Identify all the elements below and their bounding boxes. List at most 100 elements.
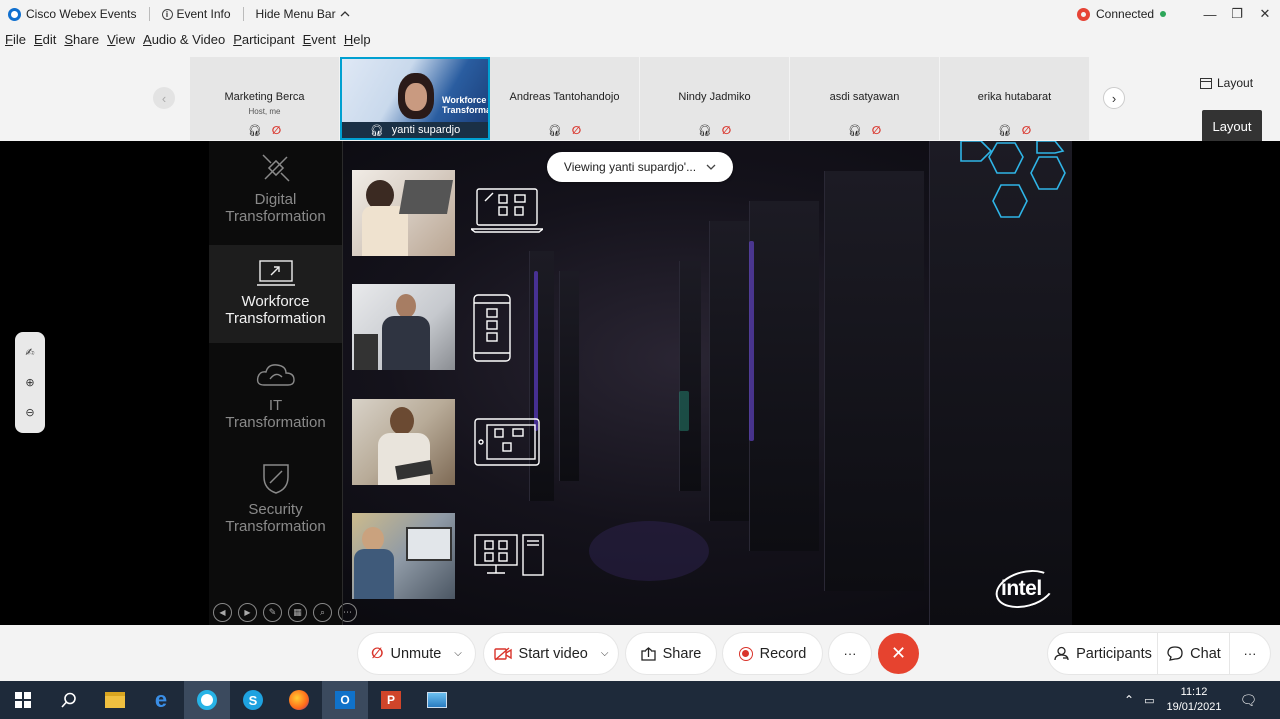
connected-dot-icon bbox=[1160, 11, 1167, 17]
outlook-button[interactable]: O bbox=[322, 681, 368, 719]
edge-button[interactable]: e bbox=[138, 681, 184, 719]
slide-item-line2: Transformation bbox=[225, 208, 326, 225]
participant-name: erika hutabarat bbox=[977, 91, 1052, 103]
more-options-button[interactable]: ··· bbox=[829, 633, 871, 674]
leave-meeting-button[interactable]: ✕ bbox=[878, 633, 919, 674]
close-icon: ✕ bbox=[1259, 6, 1271, 21]
network-icon[interactable]: ▭ bbox=[1144, 694, 1154, 707]
chat-button[interactable]: Chat bbox=[1158, 633, 1230, 674]
zoom-icon[interactable]: ⌕ bbox=[313, 603, 332, 622]
connection-icon bbox=[1077, 7, 1090, 21]
clock-time: 11:12 bbox=[1180, 686, 1208, 698]
panel-more-button[interactable]: ··· bbox=[1230, 633, 1270, 674]
menu-edit[interactable]: Edit bbox=[34, 32, 56, 52]
pen-icon[interactable]: ✎ bbox=[263, 603, 282, 622]
menu-event[interactable]: Event bbox=[303, 32, 336, 52]
slide-item-line1: Workforce bbox=[241, 293, 310, 310]
participant-name: yanti supardjo bbox=[391, 124, 461, 136]
more-icon[interactable]: ⋯ bbox=[338, 603, 357, 622]
server-rack bbox=[749, 201, 819, 551]
notification-icon[interactable]: 🗨︎ bbox=[1240, 692, 1258, 709]
zoom-in-icon[interactable]: ⊕ bbox=[25, 376, 34, 389]
slide-next-icon[interactable]: ▶ bbox=[238, 603, 257, 622]
start-button[interactable] bbox=[0, 681, 46, 719]
video-muted-icon bbox=[493, 646, 512, 661]
slide-prev-icon[interactable]: ◀ bbox=[213, 603, 232, 622]
record-button[interactable]: Record bbox=[723, 633, 822, 674]
connection-status[interactable]: Connected bbox=[1077, 0, 1167, 28]
annotate-icon[interactable]: ✍︎ bbox=[25, 346, 34, 359]
menu-share[interactable]: Share bbox=[64, 32, 99, 52]
slides-grid-icon[interactable]: ▦ bbox=[288, 603, 307, 622]
search-button[interactable] bbox=[46, 681, 92, 719]
chat-label: Chat bbox=[1190, 645, 1221, 662]
participant-name: asdi satyawan bbox=[829, 91, 900, 103]
photos-button[interactable] bbox=[414, 681, 460, 719]
chevron-down-icon[interactable]: ⌵ bbox=[454, 648, 462, 659]
hide-menu-bar-button[interactable]: Hide Menu Bar bbox=[256, 0, 350, 28]
close-icon: ✕ bbox=[890, 643, 907, 663]
event-info-button[interactable]: i Event Info bbox=[161, 0, 231, 28]
headset-icon: 🎧︎ bbox=[697, 125, 712, 137]
start-video-button[interactable]: Start video ⌵ bbox=[484, 633, 618, 674]
participants-button[interactable]: Participants bbox=[1048, 633, 1158, 674]
laptop-arrow-icon bbox=[256, 260, 295, 286]
server-rack bbox=[709, 221, 749, 521]
title-separator bbox=[148, 7, 150, 21]
clock[interactable]: 11:12 19/01/2021 bbox=[1166, 685, 1221, 715]
chevron-down-icon[interactable]: ⌵ bbox=[601, 648, 609, 659]
rack-light bbox=[679, 391, 689, 431]
headset-icon: 🎧︎ bbox=[547, 125, 562, 137]
minimize-button[interactable]: — bbox=[1195, 0, 1225, 28]
webex-taskbar-button[interactable] bbox=[184, 681, 230, 719]
slide-item-digital: Digital Transformation bbox=[209, 151, 342, 243]
menu-participant[interactable]: Participant bbox=[233, 32, 294, 52]
satellite-icon bbox=[261, 154, 290, 182]
close-window-button[interactable]: ✕ bbox=[1250, 0, 1280, 28]
participant-tile[interactable]: Nindy Jadmiko 🎧︎ ∅ bbox=[640, 57, 790, 140]
menu-view[interactable]: View bbox=[107, 32, 135, 52]
participant-tile[interactable]: Andreas Tantohandojo 🎧︎ ∅ bbox=[490, 57, 640, 140]
skype-button[interactable]: S bbox=[230, 681, 276, 719]
participant-tile-active[interactable]: Workforce Transformation 🎧︎ yanti supardj… bbox=[340, 57, 490, 140]
slide-nav-controls: ◀ ▶ ✎ ▦ ⌕ ⋯ bbox=[213, 603, 357, 622]
firefox-button[interactable] bbox=[276, 681, 322, 719]
cloud-sync-icon bbox=[256, 364, 295, 386]
participant-tile[interactable]: Marketing Berca Host, me 🎧︎ ∅ bbox=[190, 57, 340, 140]
menu-audio-video[interactable]: Audio & Video bbox=[143, 32, 225, 52]
share-icon bbox=[640, 646, 656, 661]
menu-file[interactable]: File bbox=[5, 32, 26, 52]
layout-icon bbox=[1200, 77, 1212, 89]
more-label: ··· bbox=[843, 646, 857, 661]
share-button[interactable]: Share bbox=[626, 633, 716, 674]
restore-icon: ❐ bbox=[1231, 6, 1243, 21]
file-explorer-button[interactable] bbox=[92, 681, 138, 719]
server-rack bbox=[559, 271, 579, 481]
strip-next-button[interactable]: › bbox=[1103, 87, 1125, 109]
layout-label: Layout bbox=[1217, 76, 1254, 90]
participant-tile[interactable]: asdi satyawan 🎧︎ ∅ bbox=[790, 57, 940, 140]
menu-help[interactable]: Help bbox=[344, 32, 371, 52]
slide-item-line2: Transformation bbox=[225, 414, 326, 431]
participant-name: Andreas Tantohandojo bbox=[509, 91, 620, 103]
restore-button[interactable]: ❐ bbox=[1222, 0, 1252, 28]
strip-prev-button[interactable]: ‹ bbox=[153, 87, 175, 109]
firefox-icon bbox=[289, 690, 309, 710]
layout-button[interactable]: Layout bbox=[1200, 72, 1253, 94]
mic-muted-icon: ∅ bbox=[571, 125, 582, 137]
panel-divider bbox=[342, 141, 343, 625]
headset-icon: 🎧︎ bbox=[369, 124, 384, 137]
zoom-out-icon[interactable]: ⊖ bbox=[25, 406, 34, 419]
hide-menu-bar-label: Hide Menu Bar bbox=[255, 7, 336, 21]
desktop-device-icon bbox=[474, 534, 544, 576]
viewing-dropdown[interactable]: Viewing yanti supardjo'... bbox=[547, 152, 733, 182]
chevron-right-icon: › bbox=[1111, 90, 1117, 106]
participant-tile[interactable]: erika hutabarat 🎧︎ ∅ bbox=[940, 57, 1090, 140]
event-info-label: Event Info bbox=[176, 7, 231, 21]
tray-chevron-icon[interactable]: ⌃ bbox=[1124, 693, 1134, 707]
powerpoint-button[interactable]: P bbox=[368, 681, 414, 719]
mic-muted-icon: ∅ bbox=[271, 125, 282, 137]
system-tray: ⌃ ▭ 11:12 19/01/2021 🗨︎ bbox=[1124, 681, 1257, 719]
unmute-button[interactable]: ∅ Unmute ⌵ bbox=[358, 633, 475, 674]
headset-icon: 🎧︎ bbox=[847, 125, 862, 137]
